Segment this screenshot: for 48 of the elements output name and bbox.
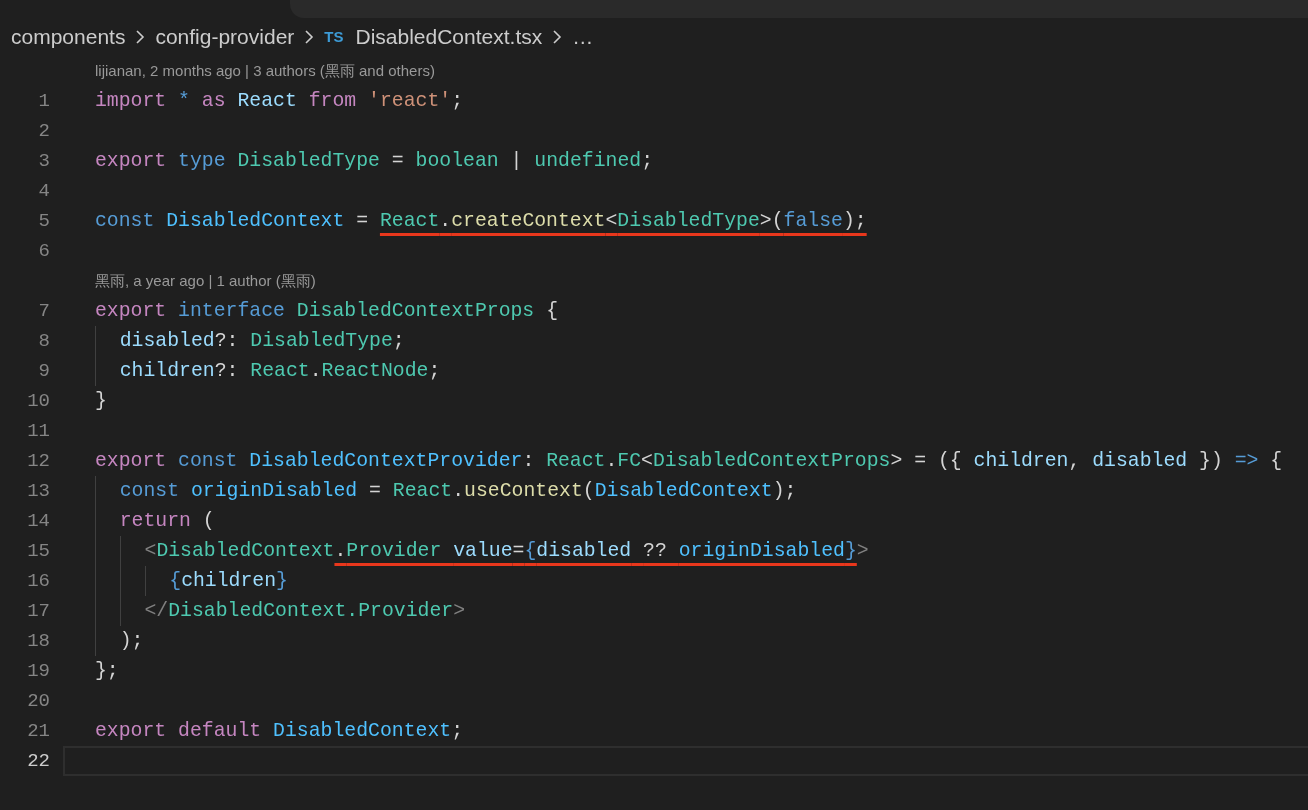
line-number: 7 [37, 299, 50, 324]
line-number: 11 [26, 419, 50, 444]
line-number: 20 [26, 689, 50, 714]
code-line: import * as React from 'react'; [95, 89, 464, 114]
code-line: } [95, 389, 107, 414]
line-number: 6 [37, 239, 50, 264]
code-line: export default DisabledContext; [95, 719, 463, 744]
code-line: </DisabledContext.Provider> [95, 596, 466, 626]
blame-annotation[interactable]: 黑雨, a year ago | 1 author (黑雨) [95, 269, 316, 293]
chevron-right-icon [135, 29, 146, 45]
breadcrumb-item[interactable]: config-provider [155, 21, 295, 53]
line-number: 10 [26, 389, 50, 414]
line-number: 1 [37, 89, 50, 114]
typescript-file-icon: TS [324, 25, 344, 49]
line-number: 16 [26, 569, 50, 594]
line-number: 18 [26, 629, 50, 654]
line-number: 21 [26, 719, 50, 744]
chevron-right-icon [552, 29, 563, 45]
line-number: 4 [37, 179, 50, 204]
code-line: export type DisabledType = boolean | undefined; [95, 149, 653, 174]
line-number: 14 [26, 509, 50, 534]
code-line: export const DisabledContextProvider: React.FC<DisabledContextProps> = ({ children, disabled }) => { [95, 449, 1283, 474]
line-number: 8 [37, 329, 50, 354]
line-number: 15 [26, 539, 50, 564]
code-line: {children} [95, 566, 288, 596]
code-line: return ( [95, 506, 215, 536]
blame-annotation[interactable]: lijianan, 2 months ago | 3 authors (黑雨 and others) [95, 59, 435, 83]
line-number: 19 [26, 659, 50, 684]
line-number: 3 [37, 149, 50, 174]
breadcrumb-item[interactable]: DisabledContext.tsx [355, 21, 543, 53]
breadcrumb-more[interactable]: … [572, 21, 594, 53]
line-number: 5 [37, 209, 50, 234]
line-number: 12 [26, 449, 50, 474]
chevron-right-icon [304, 29, 315, 45]
code-line: const DisabledContext = React.createContext<DisabledType>(false); [95, 209, 867, 234]
line-number: 9 [37, 359, 50, 384]
line-number: 17 [26, 599, 50, 624]
breadcrumb-item[interactable]: components [11, 21, 126, 53]
code-line: export interface DisabledContextProps { [95, 299, 558, 324]
code-line: ); [95, 626, 144, 656]
code-line: }; [95, 659, 119, 684]
line-number: 13 [26, 479, 50, 504]
line-number: 2 [37, 119, 50, 144]
code-line: const originDisabled = React.useContext(DisabledContext); [95, 476, 797, 506]
code-line: disabled?: DisabledType; [95, 326, 405, 356]
code-line: children?: React.ReactNode; [95, 356, 441, 386]
code-line: <DisabledContext.Provider value={disabled ?? originDisabled}> [95, 536, 869, 566]
line-number: 22 [26, 749, 50, 774]
